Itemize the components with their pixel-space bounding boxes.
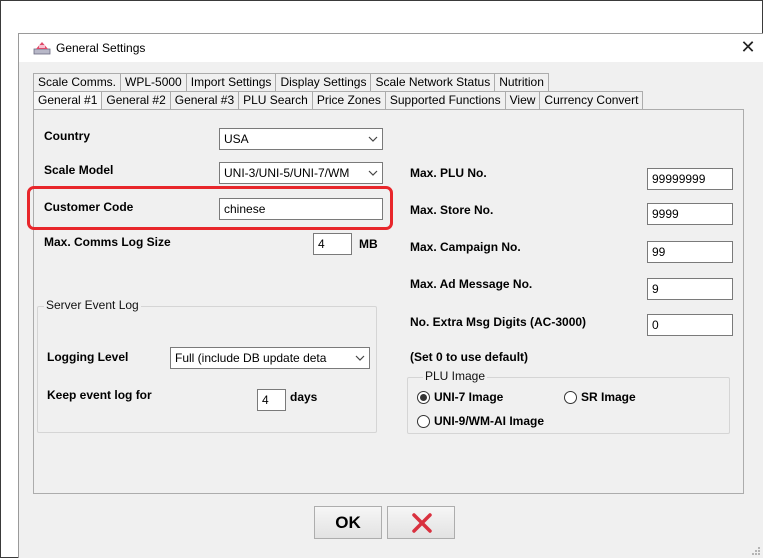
tab-scale-network-status[interactable]: Scale Network Status — [370, 73, 496, 91]
tab-display-settings[interactable]: Display Settings — [275, 73, 372, 91]
comms-log-unit: MB — [359, 237, 378, 251]
uni9-wmai-image-label[interactable]: UNI-9/WM-AI Image — [434, 414, 544, 428]
chevron-down-icon — [368, 170, 378, 176]
max-plu-label: Max. PLU No. — [410, 166, 487, 180]
extra-msg-digits-input[interactable]: 0 — [647, 314, 733, 336]
server-event-log-legend: Server Event Log — [44, 298, 141, 312]
server-event-log-group — [37, 306, 377, 433]
scale-model-select[interactable]: UNI-3/UNI-5/UNI-7/WM — [219, 162, 383, 184]
keep-event-log-unit: days — [290, 390, 318, 404]
max-campaign-label: Max. Campaign No. — [410, 240, 521, 254]
max-ad-message-input[interactable]: 9 — [647, 278, 733, 300]
ok-button[interactable]: OK — [314, 506, 382, 539]
chevron-down-icon — [355, 355, 365, 361]
radio-uni9-wmai-image[interactable] — [417, 415, 430, 428]
tab-currency-convert[interactable]: Currency Convert — [539, 91, 644, 109]
max-store-input[interactable]: 9999 — [647, 203, 733, 225]
logging-level-label: Logging Level — [47, 350, 129, 364]
radio-sr-image[interactable] — [564, 391, 577, 404]
max-comms-log-input[interactable]: 4 — [313, 233, 352, 255]
max-campaign-input[interactable]: 99 — [647, 241, 733, 263]
close-icon[interactable]: ✕ — [737, 36, 759, 58]
sr-image-label[interactable]: SR Image — [581, 390, 636, 404]
tab-supported-functions[interactable]: Supported Functions — [384, 91, 506, 109]
scale-app-icon — [33, 42, 51, 55]
customer-code-label: Customer Code — [44, 200, 134, 214]
tab-general-3[interactable]: General #3 — [169, 91, 240, 109]
cancel-button[interactable] — [387, 506, 455, 539]
tab-nutrition[interactable]: Nutrition — [494, 73, 549, 91]
country-value: USA — [224, 132, 249, 146]
scale-model-value: UNI-3/UNI-5/UNI-7/WM — [224, 166, 350, 180]
customer-code-input[interactable]: chinese — [219, 198, 383, 220]
window-title: General Settings — [56, 41, 146, 55]
tab-scale-comms[interactable]: Scale Comms. — [33, 73, 122, 91]
cancel-x-icon — [412, 513, 432, 533]
keep-event-log-label: Keep event log for — [47, 388, 152, 402]
scale-model-label: Scale Model — [44, 163, 114, 177]
uni7-image-label[interactable]: UNI-7 Image — [434, 390, 503, 404]
logging-level-value: Full (include DB update deta — [175, 351, 327, 365]
radio-uni7-image[interactable] — [417, 391, 430, 404]
tab-view[interactable]: View — [504, 91, 541, 109]
resize-grip-icon[interactable] — [751, 546, 761, 556]
country-select[interactable]: USA — [219, 128, 383, 150]
tab-row-bottom: General #1 General #2 General #3 PLU Sea… — [33, 91, 644, 109]
tab-wpl-5000[interactable]: WPL-5000 — [120, 73, 187, 91]
tab-price-zones[interactable]: Price Zones — [311, 91, 386, 109]
max-store-label: Max. Store No. — [410, 203, 494, 217]
extra-msg-digits-label: No. Extra Msg Digits (AC-3000) — [410, 315, 587, 329]
tab-general-1[interactable]: General #1 — [33, 91, 103, 109]
tab-row-top: Scale Comms. WPL-5000 Import Settings Di… — [33, 73, 549, 91]
keep-event-log-input[interactable]: 4 — [257, 389, 286, 411]
max-comms-log-label: Max. Comms Log Size — [44, 235, 171, 249]
tab-plu-search[interactable]: PLU Search — [238, 91, 313, 109]
title-bar[interactable]: General Settings ✕ — [19, 34, 763, 62]
max-plu-input[interactable]: 99999999 — [647, 168, 733, 190]
country-label: Country — [44, 129, 90, 143]
max-ad-message-label: Max. Ad Message No. — [410, 277, 533, 291]
logging-level-select[interactable]: Full (include DB update deta — [170, 347, 370, 369]
plu-image-legend: PLU Image — [423, 369, 488, 383]
tab-import-settings[interactable]: Import Settings — [185, 73, 277, 91]
tab-general-2[interactable]: General #2 — [101, 91, 171, 109]
default-note: (Set 0 to use default) — [410, 350, 529, 364]
chevron-down-icon — [368, 136, 378, 142]
